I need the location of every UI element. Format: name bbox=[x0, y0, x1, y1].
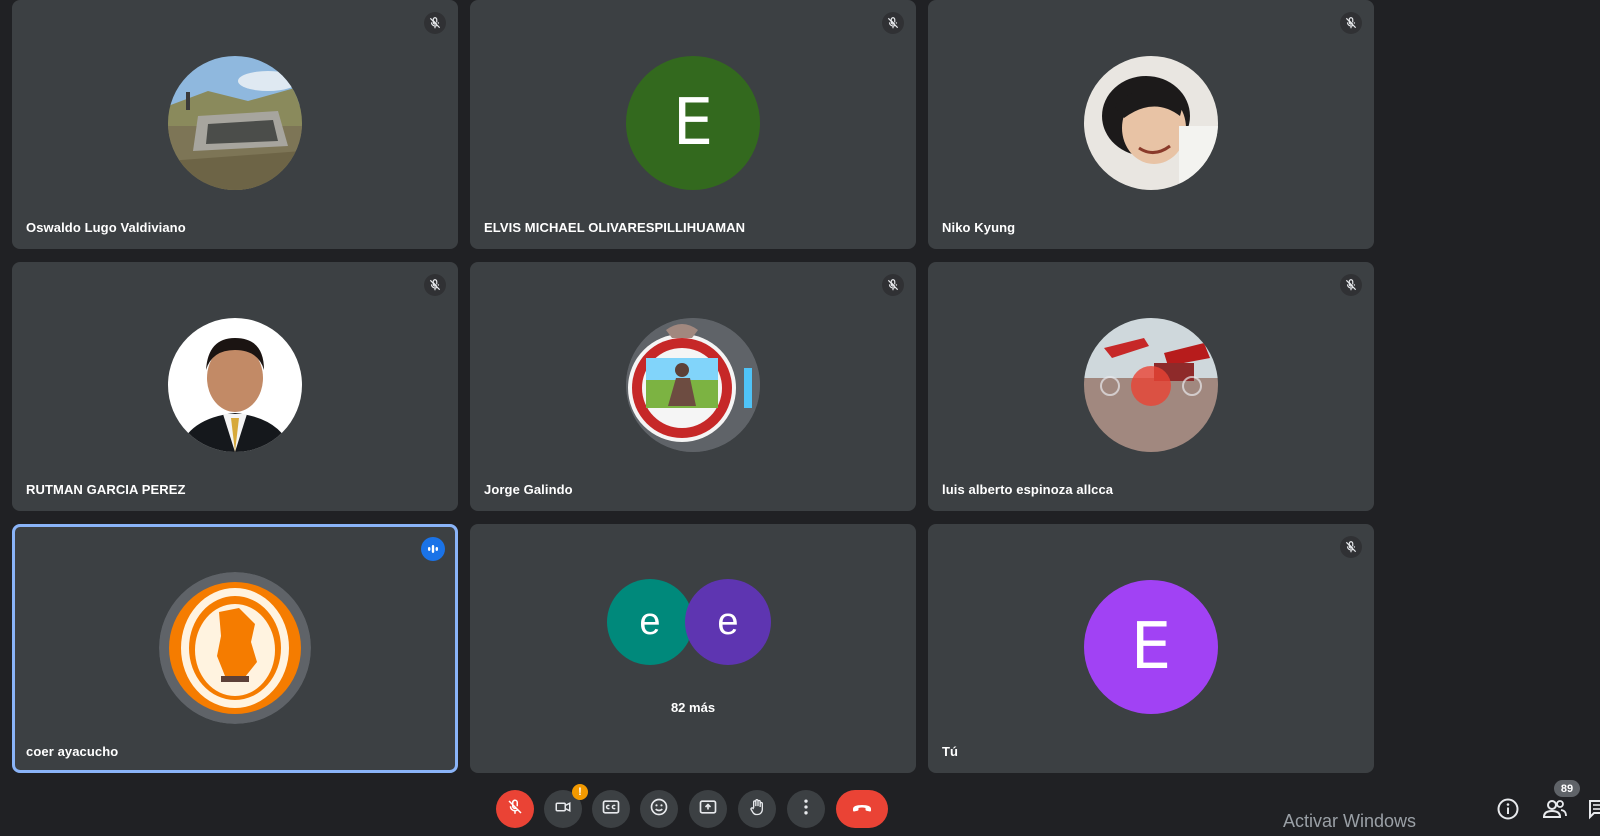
avatar-photo-landscape bbox=[168, 56, 302, 190]
speaking-indicator-icon bbox=[421, 537, 445, 561]
participant-name: Jorge Galindo bbox=[484, 482, 573, 497]
participant-name: RUTMAN GARCIA PEREZ bbox=[26, 482, 186, 497]
avatar-letter: e bbox=[607, 579, 693, 665]
avatar-logo-coer bbox=[159, 572, 311, 724]
camera-warning-badge: ! bbox=[572, 784, 588, 800]
more-participants-label: 82 más bbox=[670, 700, 716, 715]
meeting-stage: Oswaldo Lugo Valdiviano E ELVIS MICHAEL … bbox=[0, 0, 1600, 836]
participant-tile[interactable]: E ELVIS MICHAEL OLIVARESPILLIHUAMAN bbox=[470, 0, 916, 249]
emoji-icon bbox=[649, 797, 669, 822]
participant-count-badge: 89 bbox=[1554, 780, 1580, 797]
mic-off-icon bbox=[506, 798, 524, 821]
present-icon bbox=[698, 797, 718, 822]
more-options-icon bbox=[796, 797, 816, 822]
mic-off-icon bbox=[1340, 536, 1362, 558]
camera-toggle-button[interactable]: ! bbox=[544, 784, 588, 828]
participant-tile[interactable]: luis alberto espinoza allcca bbox=[928, 262, 1374, 511]
mic-toggle-button[interactable] bbox=[496, 790, 534, 828]
raise-hand-icon bbox=[747, 797, 767, 822]
reactions-button[interactable] bbox=[640, 790, 678, 828]
participant-name: coer ayacucho bbox=[26, 744, 119, 759]
chat-panel-button[interactable] bbox=[1586, 798, 1600, 824]
info-icon bbox=[1496, 797, 1520, 826]
mic-off-icon bbox=[882, 12, 904, 34]
avatar-letter: E bbox=[626, 56, 760, 190]
mic-off-icon bbox=[424, 12, 446, 34]
avatar-letter: E bbox=[1084, 580, 1218, 714]
captions-button[interactable] bbox=[592, 790, 630, 828]
more-options-button[interactable] bbox=[787, 790, 825, 828]
raise-hand-button[interactable] bbox=[738, 790, 776, 828]
avatar-photo-person bbox=[1084, 56, 1218, 190]
windows-activation-watermark: Activar Windows bbox=[1283, 811, 1417, 831]
mic-off-icon bbox=[1340, 274, 1362, 296]
end-call-button[interactable] bbox=[836, 790, 888, 828]
mic-off-icon bbox=[882, 274, 904, 296]
people-panel-button[interactable] bbox=[1542, 798, 1568, 824]
avatar-emblem-seal bbox=[626, 318, 760, 452]
participant-name: Niko Kyung bbox=[942, 220, 1016, 235]
chat-icon bbox=[1586, 798, 1600, 824]
meeting-details-button[interactable] bbox=[1495, 798, 1521, 824]
overflow-participants-tile[interactable]: e e 82 más bbox=[470, 524, 916, 773]
captions-icon bbox=[601, 797, 621, 822]
camera-off-icon bbox=[554, 798, 572, 821]
participant-tile[interactable]: Jorge Galindo bbox=[470, 262, 916, 511]
avatar-photo-construction bbox=[1084, 318, 1218, 452]
participant-tile-speaking[interactable]: coer ayacucho bbox=[12, 524, 458, 773]
participant-name: Tú bbox=[942, 744, 959, 759]
participant-tile[interactable]: Niko Kyung bbox=[928, 0, 1374, 249]
participant-name: ELVIS MICHAEL OLIVARESPILLIHUAMAN bbox=[484, 220, 746, 235]
mic-off-icon bbox=[1340, 12, 1362, 34]
participant-grid: Oswaldo Lugo Valdiviano E ELVIS MICHAEL … bbox=[12, 0, 1374, 775]
participant-tile[interactable]: RUTMAN GARCIA PEREZ bbox=[12, 262, 458, 511]
participant-name: Oswaldo Lugo Valdiviano bbox=[26, 220, 186, 235]
present-screen-button[interactable] bbox=[689, 790, 727, 828]
end-call-icon bbox=[850, 795, 874, 824]
mic-off-icon bbox=[424, 274, 446, 296]
participant-tile-self[interactable]: E Tú bbox=[928, 524, 1374, 773]
avatar-photo-portrait bbox=[168, 318, 302, 452]
people-icon bbox=[1542, 797, 1568, 826]
participant-name: luis alberto espinoza allcca bbox=[942, 482, 1114, 497]
avatar-letter: e bbox=[685, 579, 771, 665]
participant-tile[interactable]: Oswaldo Lugo Valdiviano bbox=[12, 0, 458, 249]
